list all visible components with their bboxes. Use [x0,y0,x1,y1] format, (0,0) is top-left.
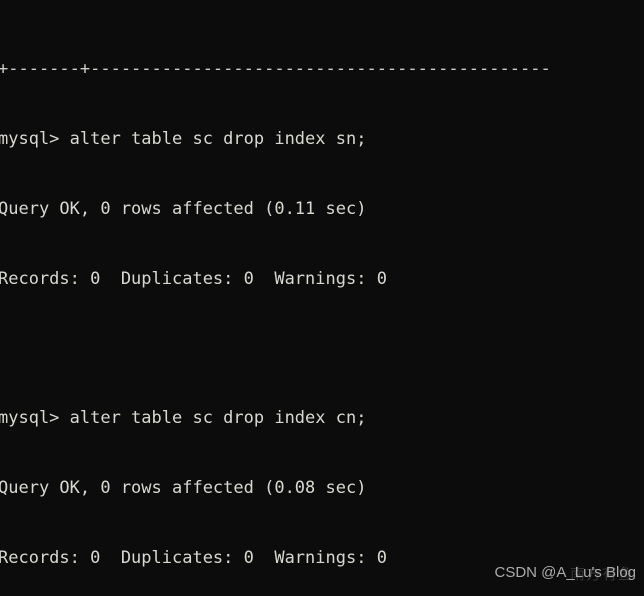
terminal-line: Query OK, 0 rows affected (0.08 sec) [0,478,367,499]
terminal-line-command: mysql> alter table sc drop index cn; [0,408,367,429]
terminal-line: Records: 0 Duplicates: 0 Warnings: 0 [0,548,387,569]
terminal-screen: +-------+-------------------------------… [0,0,644,596]
terminal-window[interactable]: +-------+-------------------------------… [0,0,644,596]
terminal-line: +-------+-------------------------------… [0,58,551,79]
terminal-line: Records: 0 Duplicates: 0 Warnings: 0 [0,268,387,289]
terminal-line-command: mysql> alter table sc drop index sn; [0,128,367,149]
terminal-line: Query OK, 0 rows affected (0.11 sec) [0,198,367,219]
